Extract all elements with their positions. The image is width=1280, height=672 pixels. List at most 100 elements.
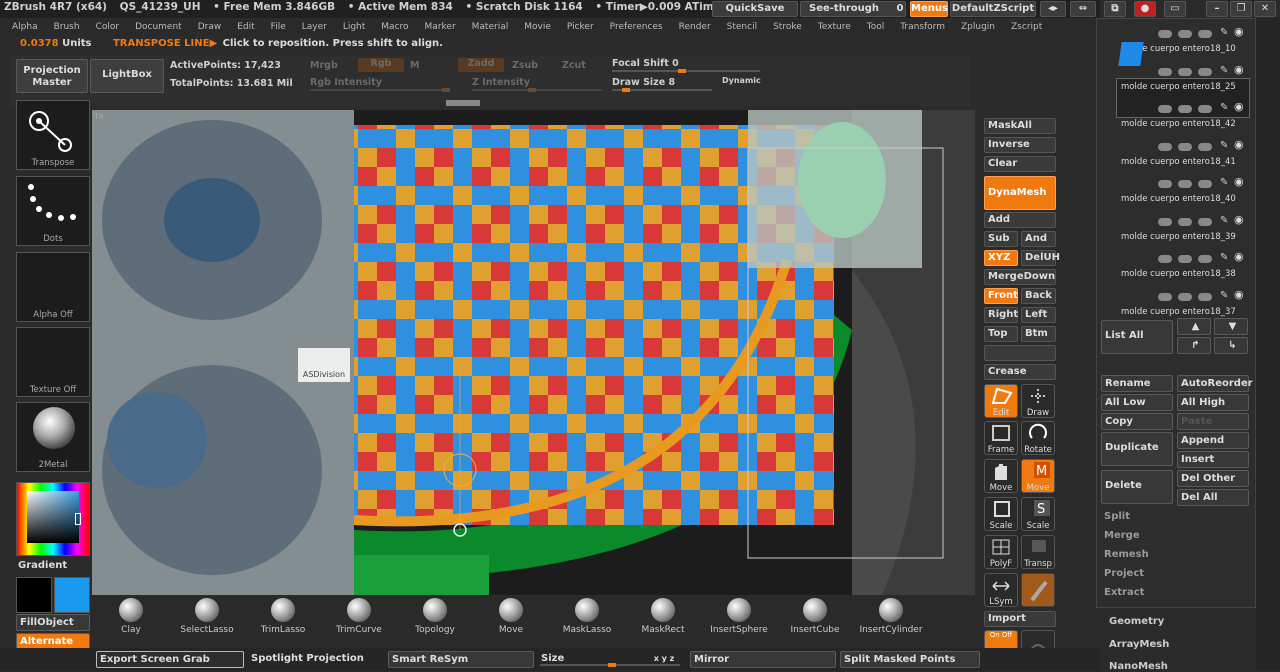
crease-button[interactable]: Crease [984, 364, 1056, 380]
frame-button[interactable]: Frame [984, 421, 1018, 455]
inverse-button[interactable]: Inverse [984, 137, 1056, 153]
brush-masklasso[interactable]: MaskLasso [550, 598, 624, 636]
texture-off[interactable]: Texture Off [16, 327, 90, 397]
split-masked-points-button[interactable]: Split Masked Points [840, 651, 980, 668]
subtool-item[interactable]: ✎ ◉ molde cuerpo entero18_39 [1116, 208, 1250, 244]
top-button[interactable]: Top [984, 326, 1018, 342]
subtool-item[interactable]: ✎ ◉ molde cuerpo entero18_41 [1116, 133, 1250, 169]
menu-item-zscript[interactable]: Zscript [1011, 22, 1042, 32]
zadd-button[interactable]: Zadd [458, 58, 504, 72]
polypaint-toggle[interactable] [1178, 142, 1192, 151]
array-mesh-section[interactable]: ArrayMesh [1109, 639, 1169, 650]
back-button[interactable]: Back [1021, 288, 1056, 304]
brush-icon[interactable]: ✎ [1220, 27, 1228, 38]
eye-icon[interactable]: ◉ [1234, 100, 1244, 113]
focal-shift-slider[interactable]: Focal Shift 0 [612, 58, 679, 69]
clear-button[interactable]: Clear [984, 156, 1056, 172]
brush-topology[interactable]: Topology [398, 598, 472, 636]
solo-toggle[interactable] [1198, 142, 1212, 151]
project-section[interactable]: Project [1104, 568, 1144, 579]
remesh-section[interactable]: Remesh [1104, 549, 1149, 560]
visibility-toggle[interactable] [1158, 142, 1172, 151]
secondary-color-swatch[interactable] [16, 577, 52, 613]
brush-icon[interactable]: ✎ [1220, 215, 1228, 226]
rgb-intensity-slider[interactable]: Rgb Intensity [310, 77, 382, 88]
and-button[interactable]: And [1021, 231, 1056, 247]
brush-insertsphere[interactable]: InsertSphere [702, 598, 776, 636]
eye-icon[interactable]: ◉ [1234, 213, 1244, 226]
close-icon[interactable]: ✕ [1254, 1, 1276, 17]
brush-maskrect[interactable]: MaskRect [626, 598, 700, 636]
visibility-toggle[interactable] [1158, 30, 1172, 38]
import-button[interactable]: Import [984, 611, 1056, 627]
arrow-up-icon[interactable]: ▲ [1177, 318, 1211, 335]
all-high-button[interactable]: All High [1177, 394, 1249, 411]
brush-insertcube[interactable]: InsertCube [778, 598, 852, 636]
lightbox-button[interactable]: LightBox [90, 59, 164, 93]
menu-item-layer[interactable]: Layer [302, 22, 327, 32]
menu-item-material[interactable]: Material [472, 22, 509, 32]
menus-button[interactable]: Menus [910, 1, 948, 17]
color-picker[interactable] [16, 482, 90, 556]
auto-reorder-button[interactable]: AutoReorder [1177, 375, 1253, 392]
paste-button[interactable]: Paste [1177, 413, 1249, 430]
mask-all-button[interactable]: MaskAll [984, 118, 1056, 134]
polypaint-toggle[interactable] [1178, 217, 1192, 226]
scale-button-right[interactable]: S Scale [1021, 497, 1055, 531]
polypaint-toggle[interactable] [1178, 292, 1192, 301]
record-icon[interactable]: ● [1134, 1, 1156, 17]
visibility-toggle[interactable] [1158, 217, 1172, 226]
brush-icon[interactable]: ✎ [1220, 290, 1228, 301]
move-button-right[interactable]: M Move [1021, 459, 1055, 493]
solo-toggle[interactable] [1198, 105, 1212, 113]
insert-button[interactable]: Insert [1177, 451, 1249, 468]
material-2metal[interactable]: 2Metal [16, 402, 90, 472]
solo-toggle[interactable] [1198, 67, 1212, 76]
merge-down-button[interactable]: MergeDown [984, 269, 1056, 285]
deluh-button[interactable]: DelUH [1021, 250, 1060, 266]
tray-scrollbar[interactable] [1256, 18, 1280, 671]
brush-icon[interactable]: ✎ [1220, 102, 1228, 113]
export-screen-grab-button[interactable]: Export Screen Grab [96, 651, 244, 668]
spotlight-projection-button[interactable]: Spotlight Projection [248, 651, 384, 668]
menu-item-edit[interactable]: Edit [237, 22, 254, 32]
projection-master-button[interactable]: Projection Master [16, 59, 88, 93]
menu-item-zplugin[interactable]: Zplugin [961, 22, 995, 32]
sub-button[interactable]: Sub [984, 231, 1018, 247]
draw-size-slider[interactable]: Draw Size 8 [612, 77, 675, 88]
solo-toggle[interactable] [1198, 30, 1212, 38]
menu-item-texture[interactable]: Texture [818, 22, 851, 32]
menu-item-document[interactable]: Document [135, 22, 182, 32]
z-intensity-slider[interactable]: Z Intensity [472, 77, 530, 88]
brush-clay[interactable]: Clay [94, 598, 168, 636]
xyz-button[interactable]: XYZ [984, 250, 1018, 266]
solo-toggle[interactable] [1198, 180, 1212, 188]
visibility-toggle[interactable] [1158, 105, 1172, 113]
minimize-icon[interactable]: – [1206, 1, 1228, 17]
right-button[interactable]: Right [984, 307, 1018, 323]
brush-move[interactable]: Move [474, 598, 548, 636]
color-square[interactable] [27, 491, 79, 543]
front-button[interactable]: Front [984, 288, 1018, 304]
menu-item-stencil[interactable]: Stencil [727, 22, 757, 32]
draw-button[interactable]: Draw [1021, 384, 1055, 418]
subtool-item[interactable]: ✎ ◉ molde cuerpo entero18_42 [1116, 95, 1250, 131]
solo-toggle[interactable] [1198, 217, 1212, 226]
polypaint-toggle[interactable] [1178, 255, 1192, 263]
fill-object-button[interactable]: FillObject [16, 614, 90, 631]
polyf-button[interactable]: PolyF [984, 535, 1018, 569]
arrows-icon[interactable]: ◂▸ [1040, 1, 1066, 17]
edit-button[interactable]: Edit [984, 384, 1018, 418]
menu-item-brush[interactable]: Brush [54, 22, 80, 32]
btm-button[interactable]: Btm [1021, 326, 1056, 342]
panel-icon[interactable]: ▭ [1164, 1, 1186, 17]
zsub-button[interactable]: Zsub [512, 60, 538, 71]
list-all-button[interactable]: List All [1101, 320, 1173, 354]
smart-resym-button[interactable]: Smart ReSym [388, 651, 534, 668]
rename-button[interactable]: Rename [1101, 375, 1173, 392]
polypaint-toggle[interactable] [1178, 105, 1192, 113]
rgb-button[interactable]: Rgb [358, 58, 404, 72]
brush-icon[interactable]: ✎ [1220, 65, 1228, 76]
menu-item-stroke[interactable]: Stroke [773, 22, 802, 32]
gradient-label[interactable]: Gradient [18, 560, 67, 571]
